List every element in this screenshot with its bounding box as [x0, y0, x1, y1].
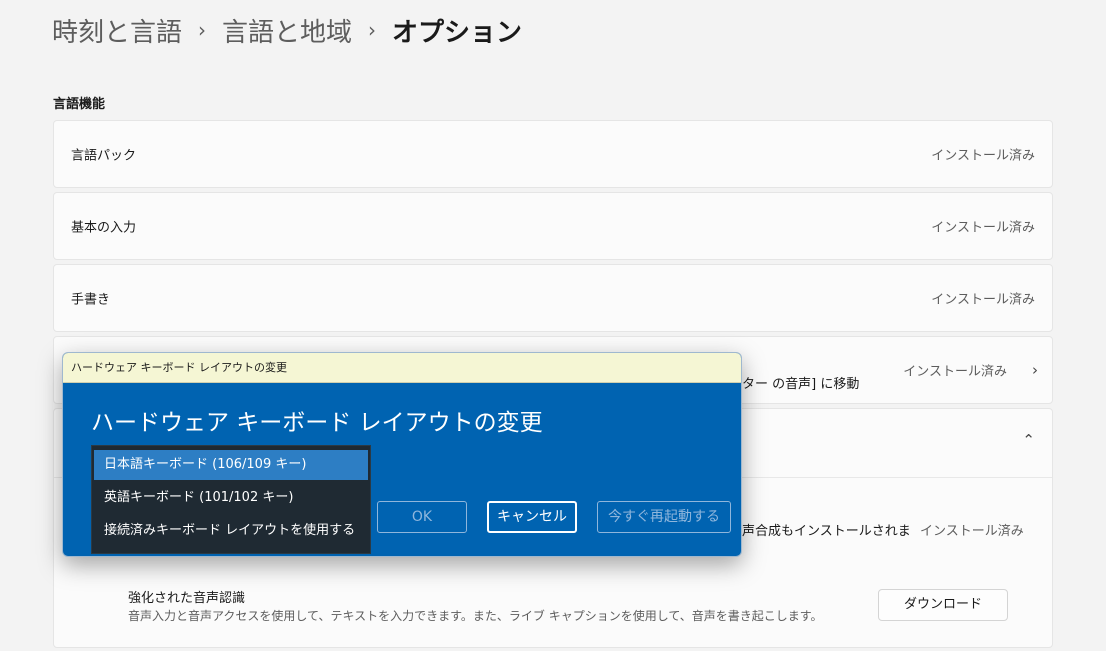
feature-card-basic-typing: 基本の入力 インストール済み	[53, 192, 1053, 260]
layout-option-japanese[interactable]: 日本語キーボード (106/109 キー)	[94, 450, 368, 480]
chevron-right-icon: ›	[368, 18, 377, 42]
feature-status: インストール済み	[931, 220, 1035, 236]
breadcrumb-time-language[interactable]: 時刻と言語	[52, 12, 182, 49]
breadcrumb-language-region[interactable]: 言語と地域	[222, 12, 352, 49]
cancel-button[interactable]: キャンセル	[487, 501, 577, 533]
chevron-up-icon[interactable]: ⌃	[1022, 431, 1035, 449]
page-title: オプション	[392, 17, 523, 48]
restart-now-button[interactable]: 今すぐ再起動する	[597, 501, 731, 533]
layout-option-english[interactable]: 英語キーボード (101/102 キー)	[94, 483, 368, 513]
feature-status: インストール済み	[903, 364, 1007, 380]
feature-status: インストール済み	[931, 148, 1035, 164]
ok-button[interactable]: OK	[377, 501, 467, 533]
feature-partial-text: ター の音声] に移動	[742, 377, 860, 392]
feature-label: 手書き	[71, 292, 111, 308]
enhanced-speech-title: 強化された音声認識	[128, 591, 246, 606]
layout-listbox[interactable]: 日本語キーボード (106/109 キー) 英語キーボード (101/102 キ…	[91, 445, 371, 554]
layout-option-connected[interactable]: 接続済みキーボード レイアウトを使用する	[94, 516, 368, 546]
chevron-right-icon[interactable]: ›	[1032, 361, 1038, 379]
feature-label: 言語パック	[71, 148, 137, 164]
feature-label: 基本の入力	[71, 220, 137, 236]
keyboard-layout-dialog: ハードウェア キーボード レイアウトの変更 ハードウェア キーボード レイアウト…	[62, 352, 742, 557]
section-title: 言語機能	[53, 97, 106, 112]
speech-partial-text: 声合成もインストールされま	[742, 524, 911, 539]
enhanced-speech-description: 音声入力と音声アクセスを使用して、テキストを入力できます。また、ライブ キャプシ…	[128, 609, 823, 623]
breadcrumb: 時刻と言語 › 言語と地域 › オプション	[52, 10, 522, 50]
feature-card-handwriting: 手書き インストール済み	[53, 264, 1053, 332]
feature-card-language-pack: 言語パック インストール済み	[53, 120, 1053, 188]
speech-status: インストール済み	[920, 524, 1024, 539]
feature-status: インストール済み	[931, 292, 1035, 308]
chevron-right-icon: ›	[198, 18, 207, 42]
download-button[interactable]: ダウンロード	[878, 589, 1008, 621]
dialog-titlebar[interactable]: ハードウェア キーボード レイアウトの変更	[63, 353, 741, 383]
dialog-heading: ハードウェア キーボード レイアウトの変更	[91, 410, 543, 436]
